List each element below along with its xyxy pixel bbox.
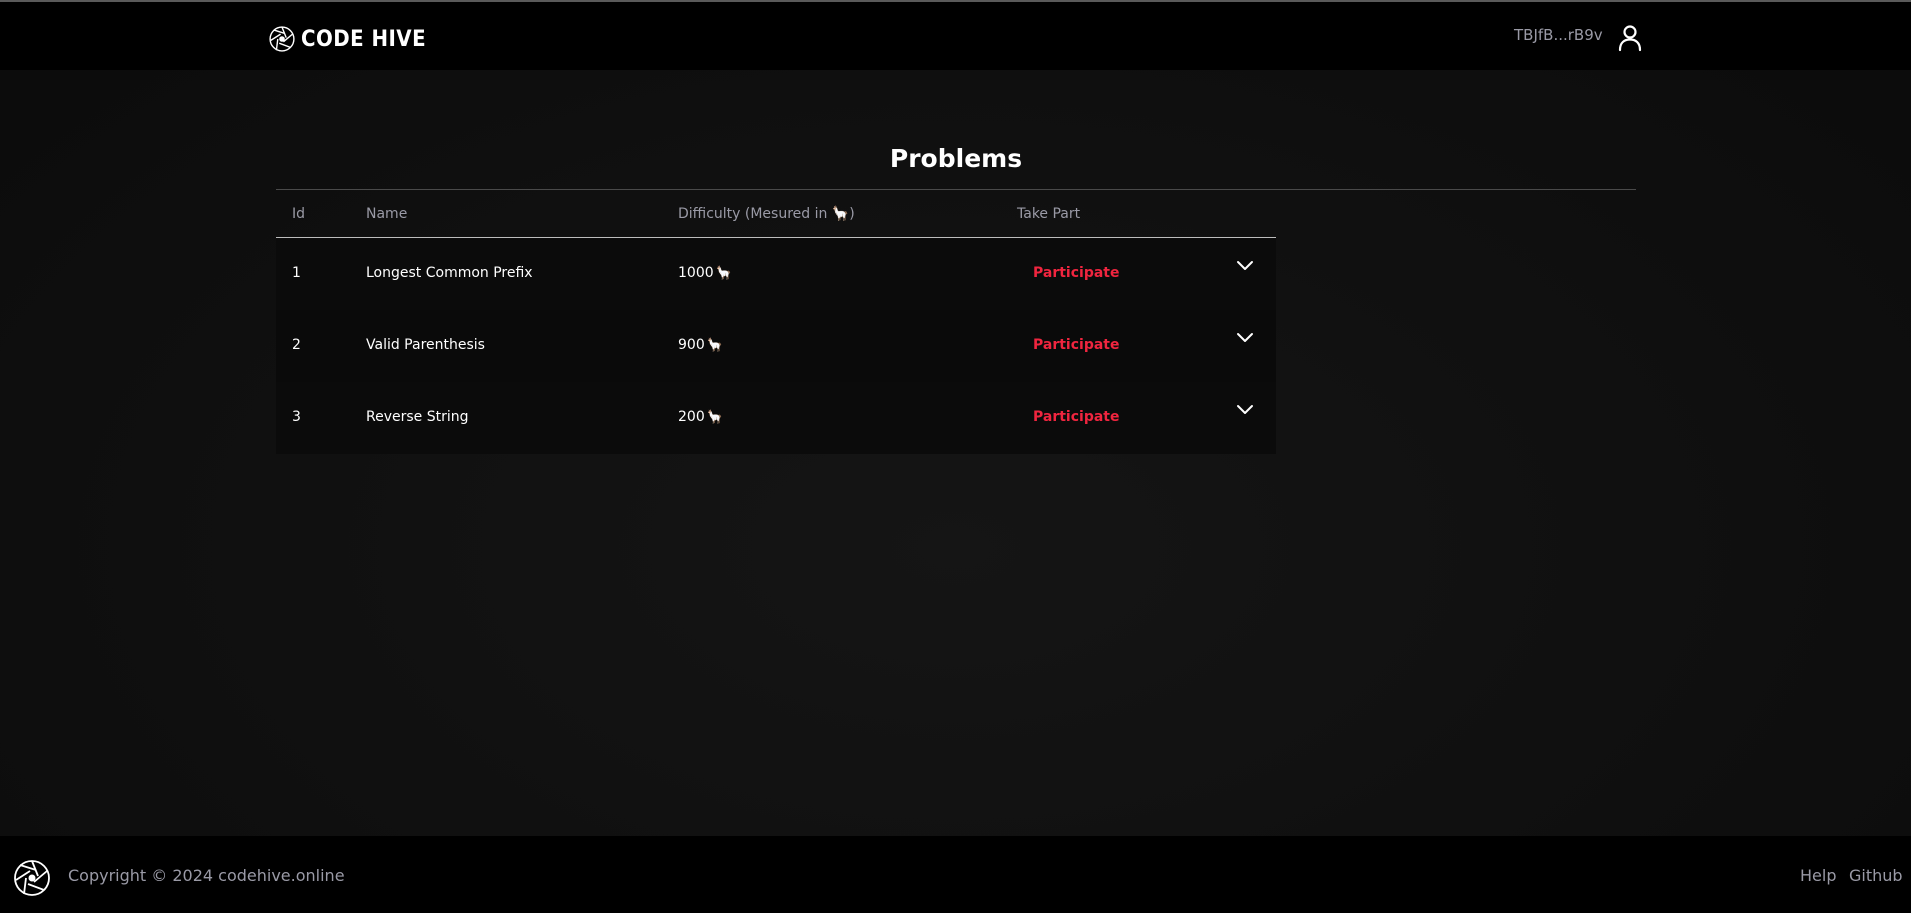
table-row: 3 Reverse String 200 🦙 Participate — [276, 382, 1276, 454]
footer-link-github[interactable]: Github — [1849, 866, 1903, 885]
difficulty-value: 900 — [678, 337, 705, 353]
footer-logo[interactable] — [12, 858, 52, 898]
problems-table: Id Name Difficulty (Mesured in 🦙) Take P… — [276, 190, 1276, 454]
table-header: Id Name Difficulty (Mesured in 🦙) Take P… — [276, 190, 1276, 238]
footer-link-help[interactable]: Help — [1800, 866, 1836, 885]
brand-logo[interactable]: CODE HIVE — [268, 24, 440, 54]
chevron-down-icon — [1237, 333, 1253, 342]
expand-row-button[interactable] — [1236, 404, 1254, 416]
column-header-name: Name — [366, 206, 408, 222]
llama-icon: 🦙 — [706, 410, 723, 425]
difficulty-value: 200 — [678, 409, 705, 425]
top-navbar: CODE HIVE TBJfB...rB9v — [0, 2, 1911, 70]
chevron-down-icon — [1237, 261, 1253, 270]
column-header-difficulty: Difficulty (Mesured in 🦙) — [678, 206, 855, 222]
problem-difficulty: 1000 🦙 — [678, 265, 732, 281]
problem-name: Reverse String — [366, 409, 469, 425]
participate-button[interactable]: Participate — [1033, 337, 1119, 353]
problem-id: 2 — [292, 337, 301, 353]
table-row: 2 Valid Parenthesis 900 🦙 Participate — [276, 310, 1276, 382]
column-header-take-part: Take Part — [1017, 206, 1081, 222]
problem-name: Longest Common Prefix — [366, 265, 533, 281]
wallet-address[interactable]: TBJfB...rB9v — [1514, 26, 1603, 44]
expand-row-button[interactable] — [1236, 332, 1254, 344]
problem-id: 3 — [292, 409, 301, 425]
user-profile-button[interactable] — [1617, 24, 1643, 52]
aperture-logo-icon — [269, 26, 295, 52]
problem-difficulty: 200 🦙 — [678, 409, 723, 425]
table-row: 1 Longest Common Prefix 1000 🦙 Participat… — [276, 238, 1276, 310]
participate-button[interactable]: Participate — [1033, 409, 1119, 425]
column-header-id: Id — [292, 206, 306, 222]
chevron-down-icon — [1237, 405, 1253, 414]
problem-difficulty: 900 🦙 — [678, 337, 723, 353]
llama-icon: 🦙 — [706, 338, 723, 353]
aperture-logo-icon — [14, 860, 50, 896]
difficulty-value: 1000 — [678, 265, 714, 281]
llama-icon: 🦙 — [715, 266, 732, 281]
brand-name: CODE HIVE — [301, 26, 427, 52]
copyright-text: Copyright © 2024 codehive.online — [68, 866, 345, 885]
page-footer: Copyright © 2024 codehive.online Help Gi… — [0, 836, 1911, 913]
page-title: Problems — [889, 144, 1023, 173]
expand-row-button[interactable] — [1236, 260, 1254, 272]
user-icon — [1618, 25, 1642, 52]
participate-button[interactable]: Participate — [1033, 265, 1119, 281]
problem-id: 1 — [292, 265, 301, 281]
table-body: 1 Longest Common Prefix 1000 🦙 Participat… — [276, 238, 1276, 454]
problem-name: Valid Parenthesis — [366, 337, 485, 353]
